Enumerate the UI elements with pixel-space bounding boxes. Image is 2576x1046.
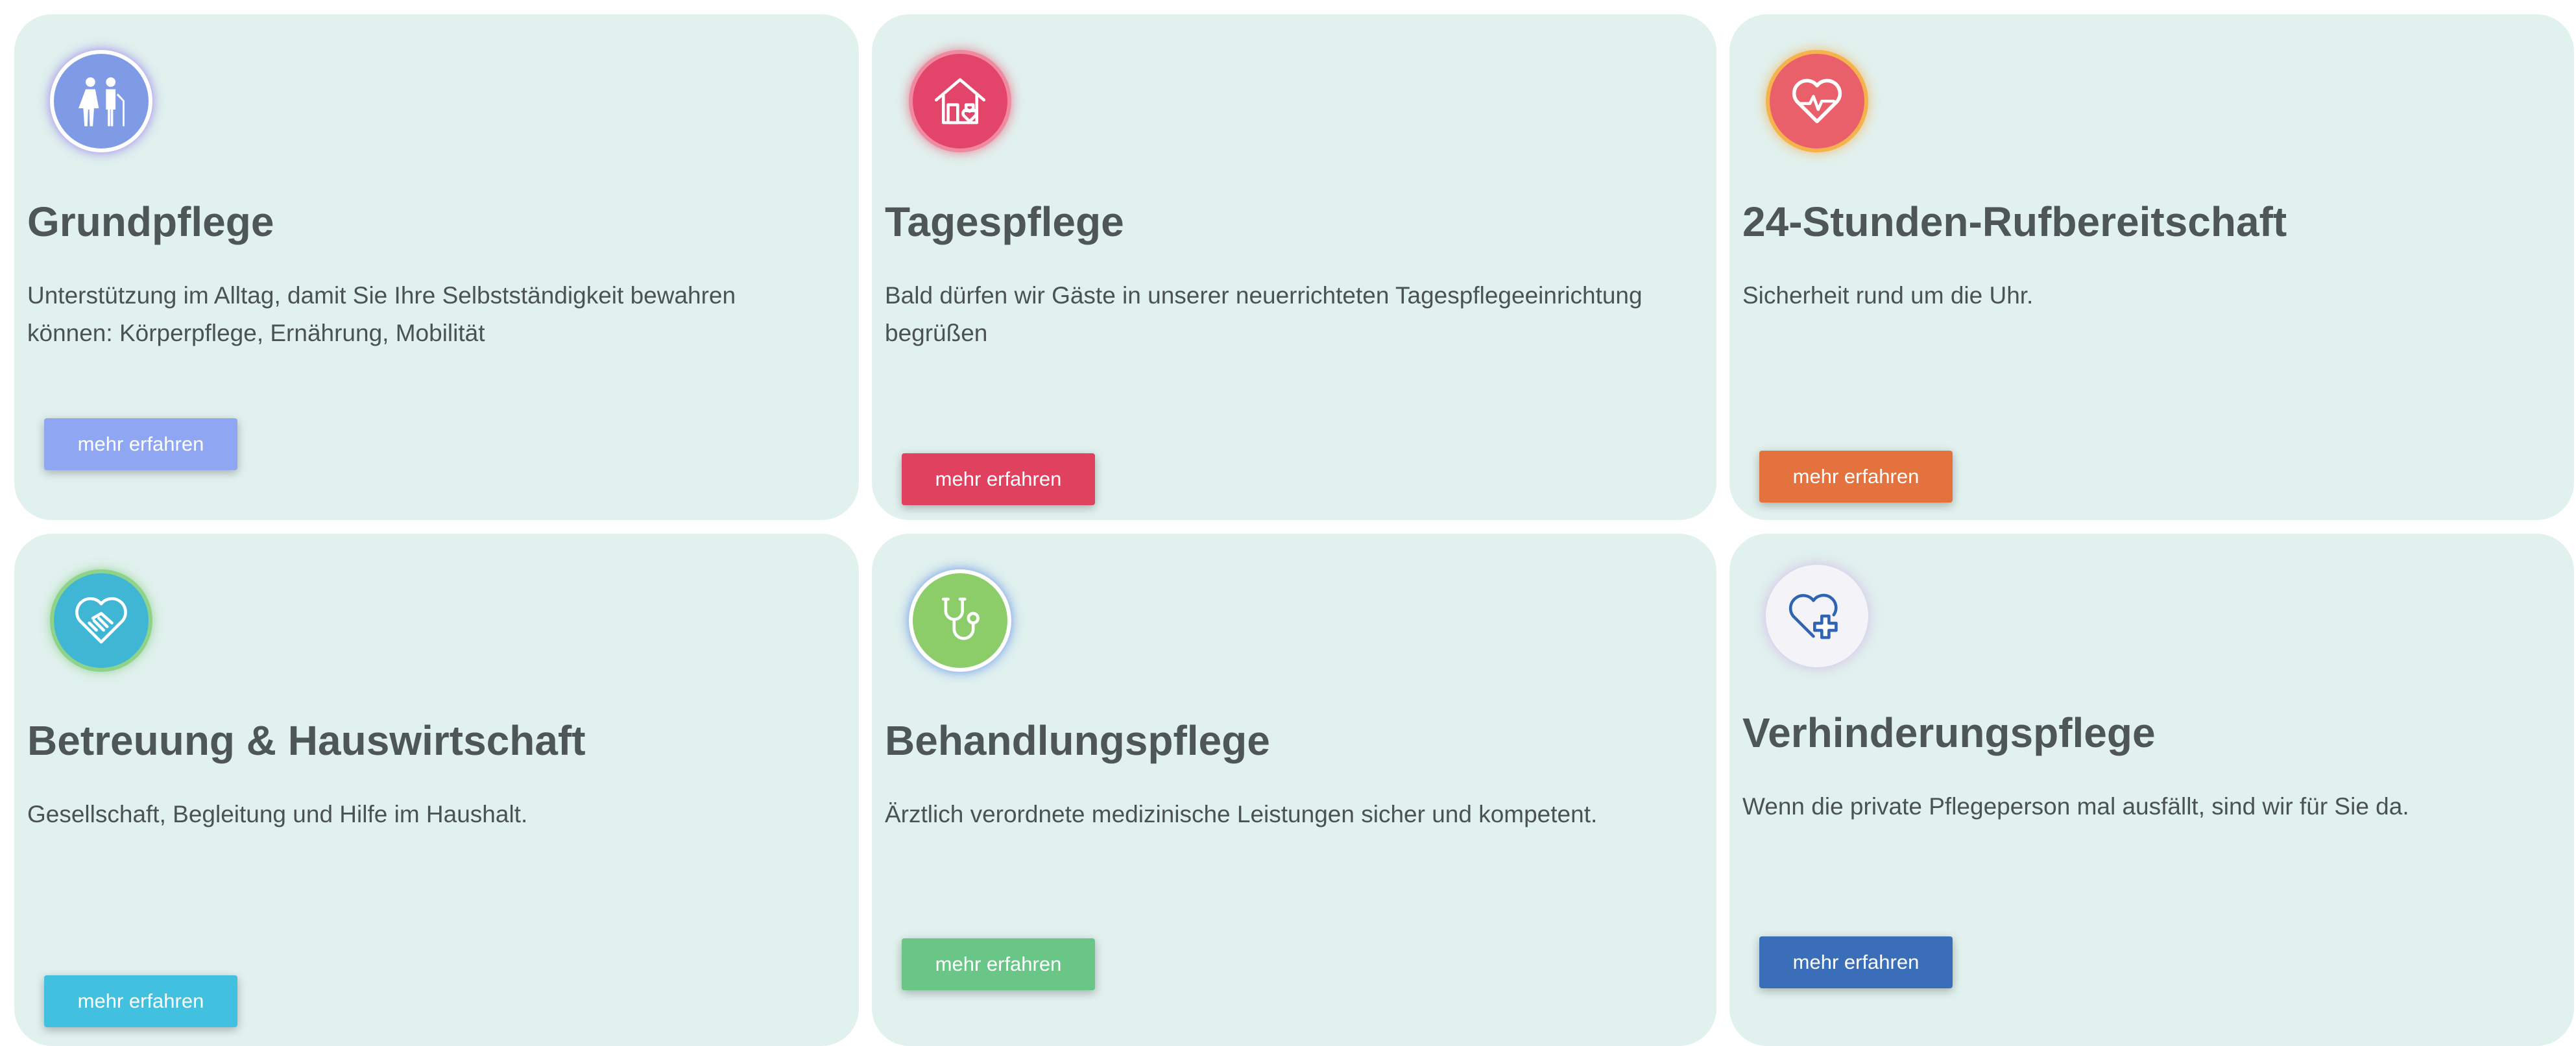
mehr-erfahren-button[interactable]: mehr erfahren xyxy=(1759,451,1953,503)
card-title: Behandlungspflege xyxy=(885,717,1270,764)
service-card-betreuung: Betreuung & Hauswirtschaft Gesellschaft,… xyxy=(14,534,859,1046)
card-description: Bald dürfen wir Gäste in unserer neuerri… xyxy=(885,282,1643,346)
card-title: Tagespflege xyxy=(885,198,1124,245)
mehr-erfahren-button[interactable]: mehr erfahren xyxy=(44,418,237,470)
service-card-rufbereitschaft: 24-Stunden-Rufbereitschaft Sicherheit ru… xyxy=(1729,14,2574,520)
house-heart-icon xyxy=(909,50,1011,152)
mehr-erfahren-button[interactable]: mehr erfahren xyxy=(902,938,1095,990)
card-title: Grundpflege xyxy=(27,198,274,245)
heartbeat-icon xyxy=(1766,50,1868,152)
card-description: Unterstützung im Alltag, damit Sie Ihre … xyxy=(27,282,736,346)
service-card-verhinderungspflege: Verhinderungspflege Wenn die private Pfl… xyxy=(1729,534,2574,1046)
elderly-couple-icon xyxy=(50,50,152,152)
service-card-behandlungspflege: Behandlungspflege Ärztlich verordnete me… xyxy=(872,534,1716,1046)
card-description: Sicherheit rund um die Uhr. xyxy=(1742,282,2034,309)
card-description: Wenn die private Pflegeperson mal ausfäl… xyxy=(1742,793,2409,820)
heart-handshake-icon xyxy=(50,569,152,672)
card-title: Verhinderungspflege xyxy=(1742,709,2156,756)
card-description: Ärztlich verordnete medizinische Leistun… xyxy=(885,801,1598,827)
mehr-erfahren-button[interactable]: mehr erfahren xyxy=(44,975,237,1027)
card-description: Gesellschaft, Begleitung und Hilfe im Ha… xyxy=(27,801,528,827)
stethoscope-icon xyxy=(909,569,1011,672)
mehr-erfahren-button[interactable]: mehr erfahren xyxy=(1759,936,1953,988)
card-title: 24-Stunden-Rufbereitschaft xyxy=(1742,198,2287,245)
service-card-tagespflege: Tagespflege Bald dürfen wir Gäste in uns… xyxy=(872,14,1716,520)
mehr-erfahren-button[interactable]: mehr erfahren xyxy=(902,453,1095,505)
heart-medical-cross-icon xyxy=(1766,565,1868,667)
service-card-grundpflege: Grundpflege Unterstützung im Alltag, dam… xyxy=(14,14,859,520)
card-title: Betreuung & Hauswirtschaft xyxy=(27,717,586,764)
